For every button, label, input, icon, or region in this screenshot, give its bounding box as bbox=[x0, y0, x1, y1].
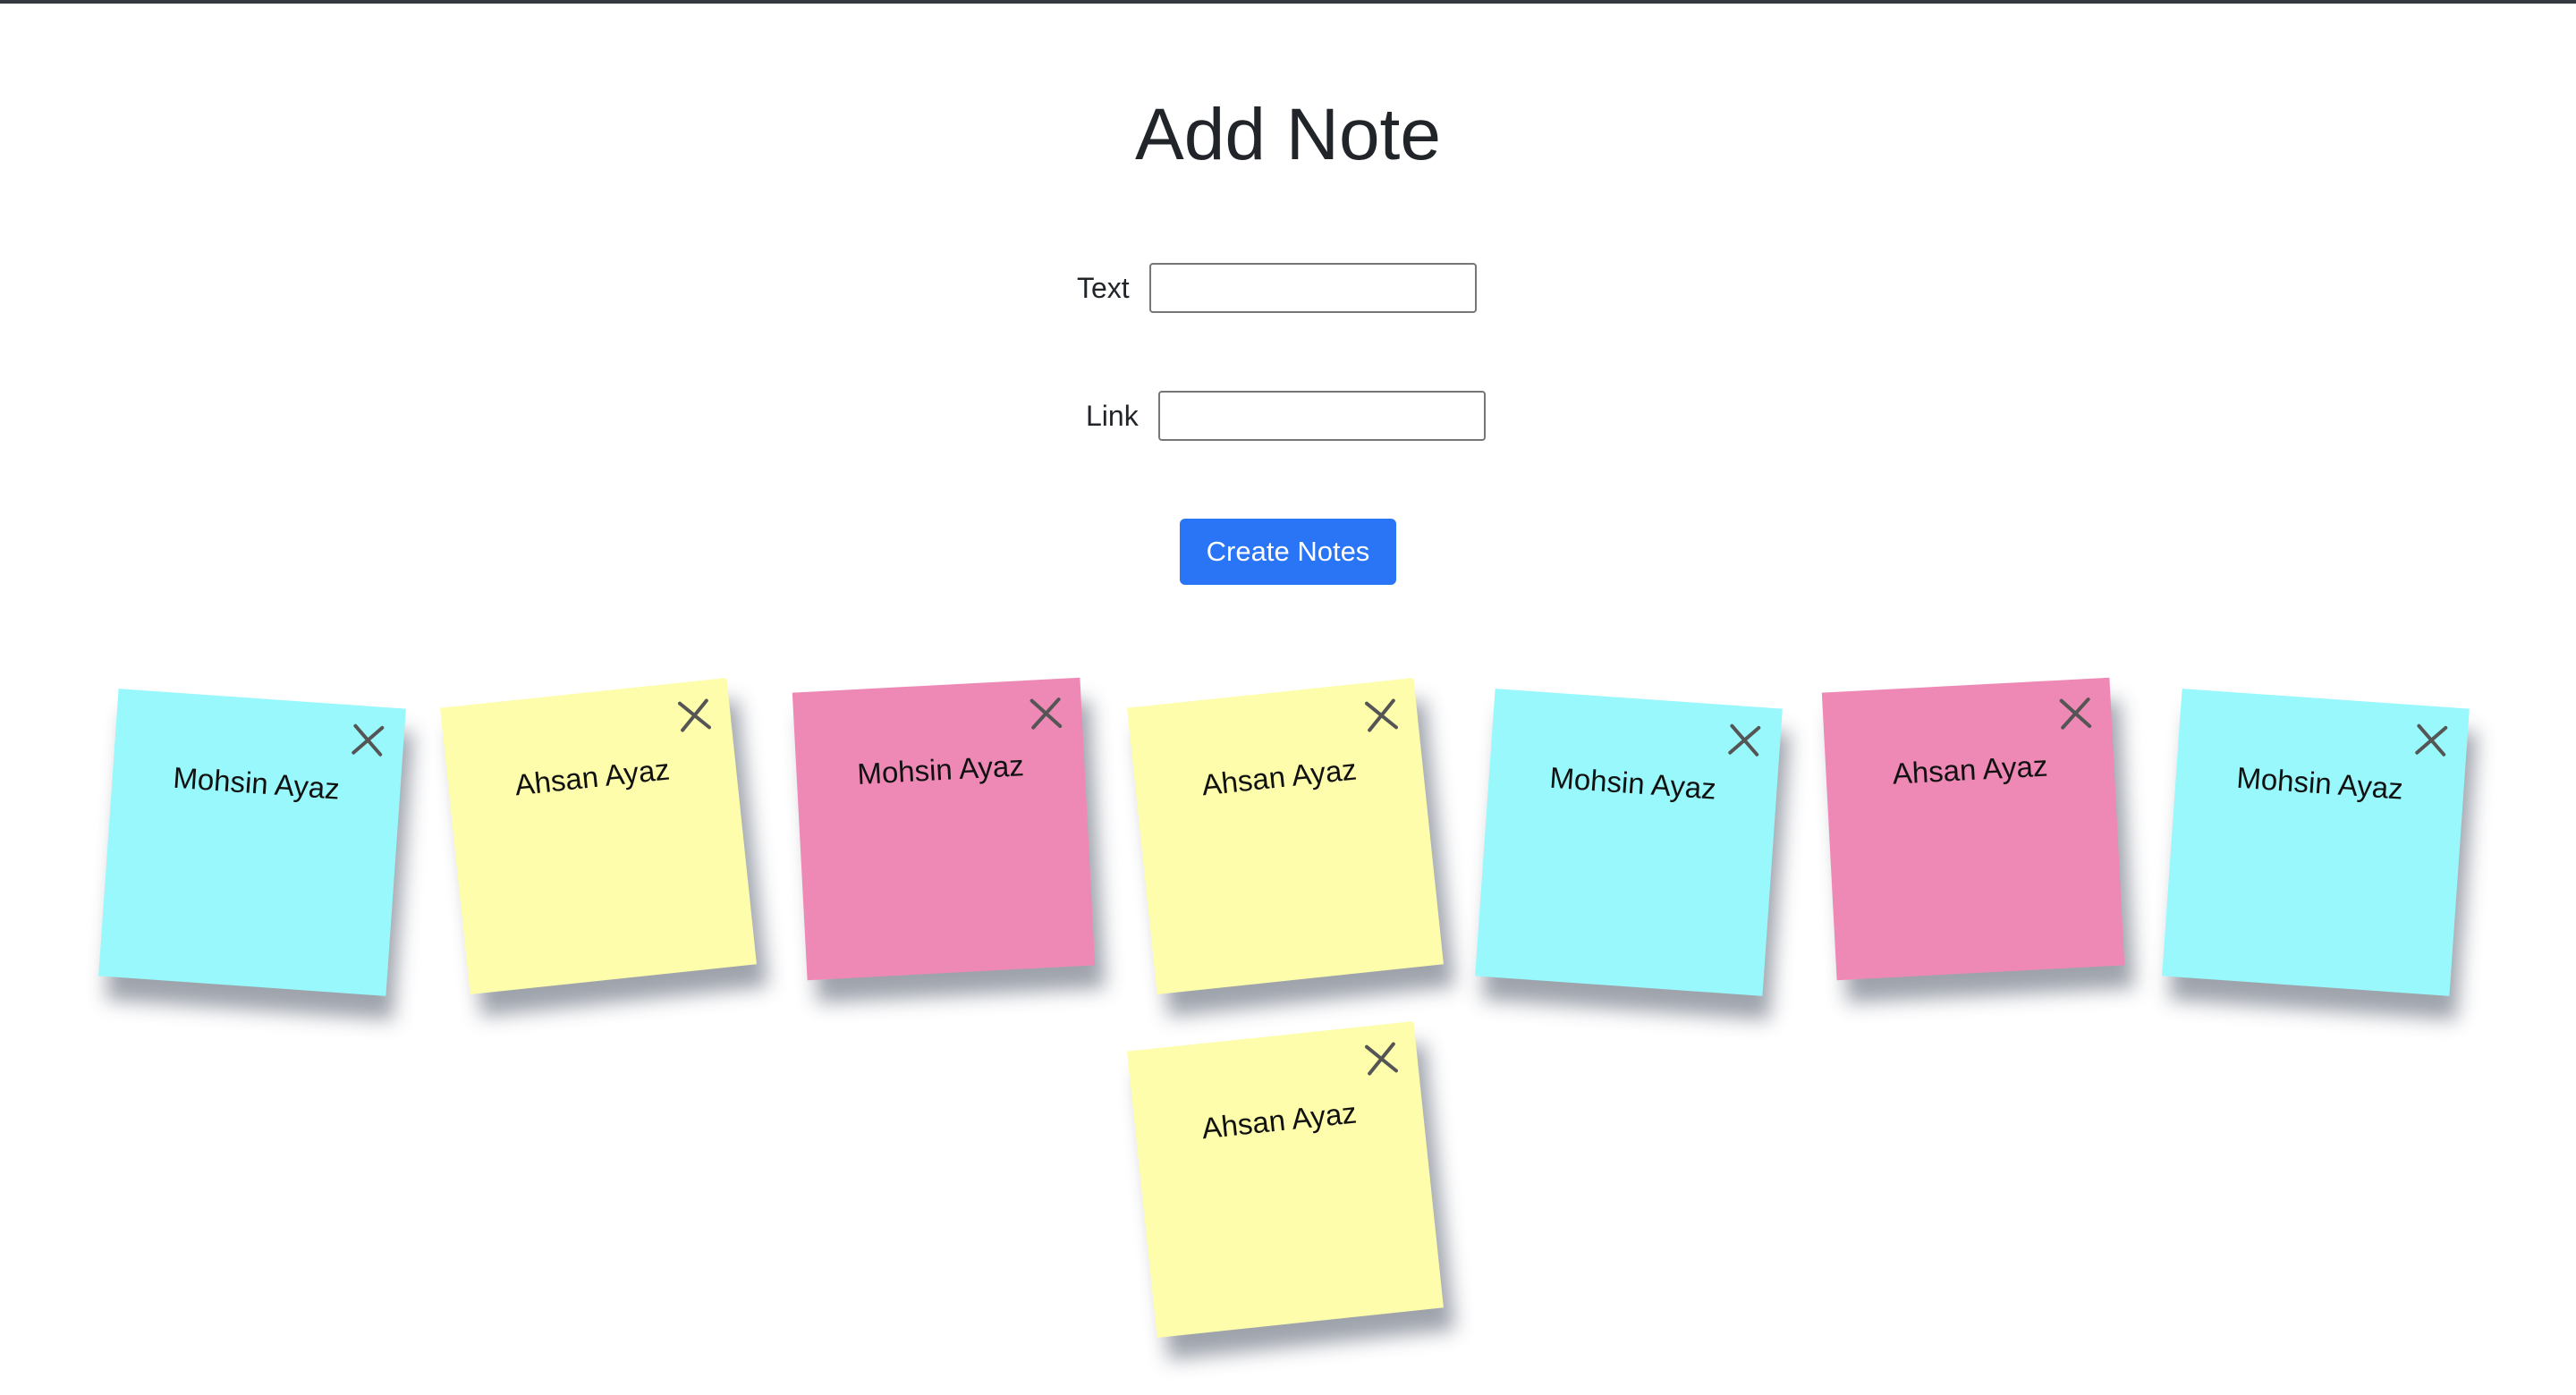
link-input[interactable] bbox=[1157, 391, 1486, 441]
page-title: Add Note bbox=[1135, 94, 1441, 175]
note-text: Mohsin Ayaz bbox=[856, 748, 1025, 790]
note-text: Ahsan Ayaz bbox=[1891, 748, 2049, 790]
text-field-row: Text bbox=[1077, 263, 1477, 313]
close-icon[interactable] bbox=[674, 696, 714, 735]
text-input[interactable] bbox=[1148, 263, 1477, 313]
sticky-note[interactable]: Mohsin Ayaz bbox=[2162, 689, 2470, 996]
link-field-row: Link bbox=[1086, 391, 1486, 441]
note-text: Mohsin Ayaz bbox=[1548, 760, 1717, 806]
close-icon[interactable] bbox=[1361, 696, 1401, 735]
sticky-note[interactable]: Mohsin Ayaz bbox=[792, 677, 1096, 981]
note-text: Ahsan Ayaz bbox=[1199, 1095, 1359, 1146]
close-icon[interactable] bbox=[2056, 695, 2094, 732]
sticky-note[interactable]: Ahsan Ayaz bbox=[440, 678, 757, 994]
note-text: Ahsan Ayaz bbox=[1199, 752, 1359, 802]
note-text: Ahsan Ayaz bbox=[513, 752, 672, 802]
note-text: Mohsin Ayaz bbox=[2235, 760, 2404, 806]
sticky-note[interactable]: Ahsan Ayaz bbox=[1821, 677, 2125, 981]
sticky-note[interactable]: Mohsin Ayaz bbox=[1475, 689, 1783, 996]
sticky-note[interactable]: Mohsin Ayaz bbox=[98, 689, 406, 996]
close-icon[interactable] bbox=[2412, 721, 2451, 759]
page: Add Note Text Link Create Notes Mohsin A… bbox=[0, 0, 2576, 1395]
close-icon[interactable] bbox=[349, 721, 387, 759]
close-icon[interactable] bbox=[1027, 695, 1064, 732]
close-icon[interactable] bbox=[1361, 1039, 1401, 1078]
link-label: Link bbox=[1086, 399, 1139, 432]
note-text: Mohsin Ayaz bbox=[172, 760, 341, 806]
close-icon[interactable] bbox=[1725, 721, 1764, 759]
sticky-note[interactable]: Ahsan Ayaz bbox=[1127, 678, 1444, 994]
sticky-note[interactable]: Ahsan Ayaz bbox=[1127, 1021, 1444, 1338]
create-notes-button[interactable]: Create Notes bbox=[1180, 519, 1396, 585]
text-label: Text bbox=[1077, 271, 1130, 304]
